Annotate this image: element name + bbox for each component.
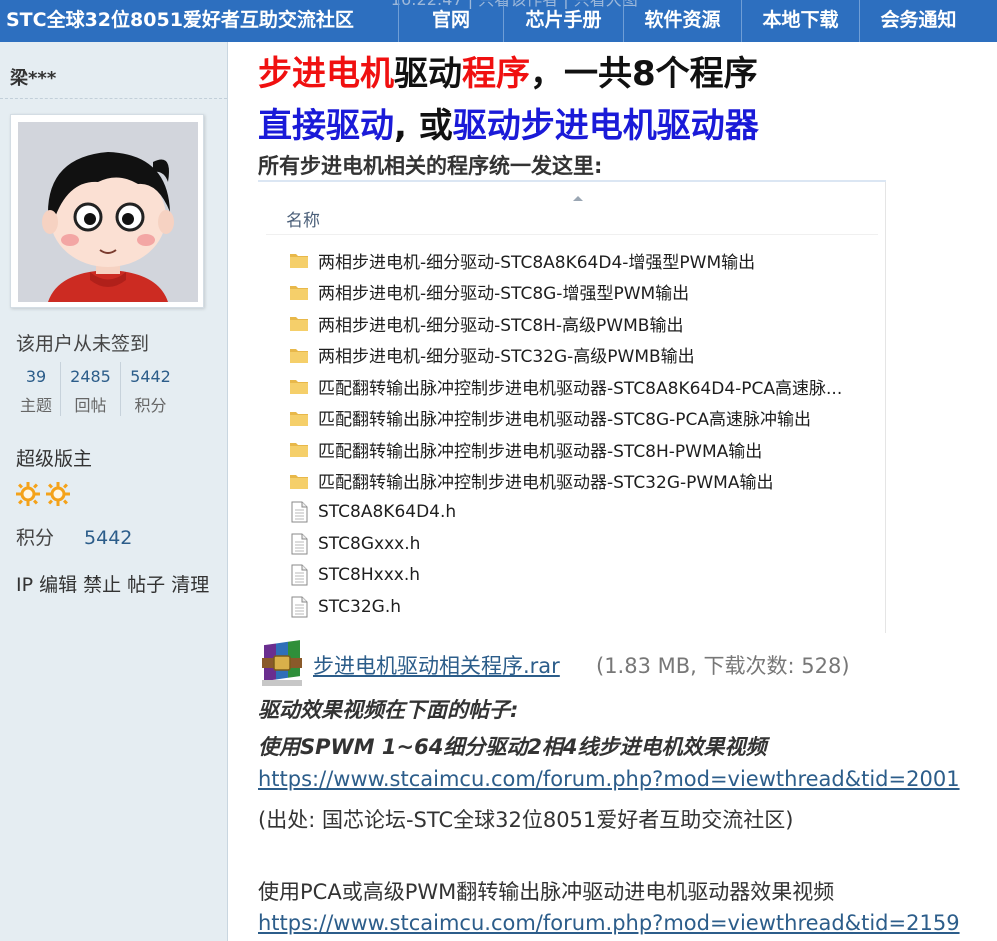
nav-label: 本地下载 — [762, 9, 839, 31]
stat-points[interactable]: 5442 积分 — [120, 362, 180, 416]
folder-row[interactable]: 匹配翻转输出脉冲控制步进电机驱动器-STC8H-PWMA输出 — [288, 435, 762, 463]
avatar[interactable] — [10, 114, 204, 308]
video1-title: 使用SPWM 1~64细分驱动2相4线步进电机效果视频 — [258, 735, 767, 759]
folder-row[interactable]: 两相步进电机-细分驱动-STC8A8K64D4-增强型PWM输出 — [288, 246, 755, 274]
document-icon — [288, 564, 310, 586]
folder-row[interactable]: 匹配翻转输出脉冲控制步进电机驱动器-STC32G-PWMA输出 — [288, 467, 773, 495]
user-rank[interactable]: 超级版主 — [16, 444, 92, 471]
stat-label: 回帖 — [74, 396, 107, 415]
sign-in-status: 该用户从未签到 — [16, 333, 150, 355]
folder-icon — [288, 281, 310, 303]
nav-official-site[interactable]: 官网 — [398, 0, 503, 42]
top-nav-bar: 发表于 2023-9-6 16:22:47 | 只看该作者 | 只看大图 STC… — [0, 0, 997, 42]
author-sidebar: 梁*** 该用户从未签到 39 主题 2485 回帖 5442 积分 超级版主 … — [0, 42, 228, 941]
file-name: STC32G.h — [318, 596, 402, 617]
stat-value: 2485 — [70, 367, 111, 386]
folder-icon — [288, 470, 310, 492]
site-name[interactable]: STC全球32位8051爱好者互助交流社区 — [0, 0, 392, 42]
folder-icon — [288, 438, 310, 460]
folder-row[interactable]: 匹配翻转输出脉冲控制步进电机驱动器-STC8G-PCA高速脉冲输出 — [288, 404, 811, 432]
nav-meeting-notice[interactable]: 会务通知 — [859, 0, 977, 42]
stat-replies[interactable]: 2485 回帖 — [60, 362, 120, 416]
heading-segment: 驱动步进电机驱动器 — [452, 106, 759, 146]
author-username[interactable]: 梁*** — [10, 64, 56, 90]
nav-label: 会务通知 — [880, 9, 957, 31]
file-name: STC8A8K64D4.h — [318, 502, 457, 522]
file-row[interactable]: STC32G.h — [288, 593, 401, 621]
points-label: 积分 — [16, 527, 55, 549]
video2-title: 使用PCA或高级PWM翻转输出脉冲驱动进电机驱动器效果视频 — [258, 880, 835, 904]
file-row[interactable]: STC8Gxxx.h — [288, 530, 420, 558]
folder-icon — [288, 312, 310, 334]
heading-segment: 驱动 — [394, 54, 462, 94]
document-icon — [288, 533, 310, 555]
folder-row[interactable]: 两相步进电机-细分驱动-STC8G-增强型PWM输出 — [288, 278, 689, 306]
attachment: 步进电机驱动相关程序.rar (1.83 MB, 下载次数: 528) — [258, 640, 997, 688]
heading-segment: 直接驱动 — [258, 106, 394, 146]
folder-row[interactable]: 两相步进电机-细分驱动-STC32G-高级PWMB输出 — [288, 341, 695, 369]
heading-segment: 步进电机 — [258, 54, 394, 94]
divider — [266, 234, 878, 235]
main-nav: 官网 芯片手册 软件资源 本地下载 会务通知 — [398, 0, 977, 42]
folder-icon — [288, 407, 310, 429]
sort-ascending-icon — [573, 196, 583, 201]
nav-label: 官网 — [431, 9, 470, 31]
stat-threads[interactable]: 39 主题 — [12, 362, 60, 416]
document-icon — [288, 501, 310, 523]
source-note: (出处: 国芯论坛-STC全球32位8051爱好者互助交流社区) — [258, 808, 794, 832]
file-explorer-screenshot: 名称 两相步进电机-细分驱动-STC8A8K64D4-增强型PWM输出 两相步进电… — [258, 180, 886, 633]
nav-label: 芯片手册 — [525, 9, 602, 31]
video1-link[interactable]: https://www.stcaimcu.com/forum.php?mod=v… — [258, 767, 960, 791]
heading-segment: 程序 — [462, 54, 530, 94]
explorer-pane: 名称 两相步进电机-细分驱动-STC8A8K64D4-增强型PWM输出 两相步进电… — [258, 182, 886, 633]
file-name: 匹配翻转输出脉冲控制步进电机驱动器-STC8A8K64D4-PCA高速脉... — [318, 378, 843, 399]
winrar-archive-icon — [262, 640, 302, 686]
document-icon — [288, 596, 310, 618]
file-row[interactable]: STC8A8K64D4.h — [288, 498, 456, 526]
attachment-download-link[interactable]: 步进电机驱动相关程序.rar — [313, 650, 560, 680]
stat-label: 积分 — [134, 396, 167, 415]
video-intro-text: 驱动效果视频在下面的帖子: — [258, 698, 519, 722]
folder-row[interactable]: 两相步进电机-细分驱动-STC8H-高级PWMB输出 — [288, 309, 683, 337]
file-name: 匹配翻转输出脉冲控制步进电机驱动器-STC32G-PWMA输出 — [318, 473, 774, 493]
points-row: 积分 5442 — [16, 523, 132, 550]
file-name: 两相步进电机-细分驱动-STC8G-增强型PWM输出 — [318, 284, 690, 304]
sun-rank-icon — [16, 482, 40, 506]
author-stats: 39 主题 2485 回帖 5442 积分 — [12, 362, 180, 416]
folder-icon — [288, 375, 310, 397]
admin-links[interactable]: IP 编辑 禁止 帖子 清理 — [16, 572, 216, 599]
folder-icon — [288, 344, 310, 366]
folder-icon — [288, 249, 310, 271]
nav-local-download[interactable]: 本地下载 — [741, 0, 859, 42]
column-header-name: 名称 — [286, 211, 320, 231]
nav-chip-manual[interactable]: 芯片手册 — [503, 0, 623, 42]
sun-rank-icon — [46, 482, 70, 506]
file-name: STC8Hxxx.h — [318, 565, 421, 585]
post-heading-2: 直接驱动, 或驱动步进电机驱动器 — [258, 98, 759, 147]
file-name: STC8Gxxx.h — [318, 533, 421, 554]
nav-software[interactable]: 软件资源 — [623, 0, 741, 42]
heading-segment: ，一共8个程序 — [530, 54, 758, 94]
attachment-meta: (1.83 MB, 下载次数: 528) — [596, 654, 850, 678]
file-name: 匹配翻转输出脉冲控制步进电机驱动器-STC8H-PWMA输出 — [318, 441, 763, 462]
file-name: 两相步进电机-细分驱动-STC32G-高级PWMB输出 — [318, 347, 695, 367]
file-row[interactable]: STC8Hxxx.h — [288, 561, 420, 589]
post-heading-1: 步进电机驱动程序，一共8个程序 — [258, 46, 758, 95]
points-value[interactable]: 5442 — [84, 527, 132, 549]
stat-value: 39 — [25, 367, 47, 386]
avatar-cartoon-boy-icon — [18, 122, 198, 302]
rank-stars — [16, 482, 70, 506]
stat-value: 5442 — [130, 367, 171, 386]
divider — [0, 98, 227, 99]
file-name: 两相步进电机-细分驱动-STC8H-高级PWMB输出 — [318, 315, 684, 336]
file-name: 匹配翻转输出脉冲控制步进电机驱动器-STC8G-PCA高速脉冲输出 — [318, 410, 812, 430]
post-heading-3: 所有步进电机相关的程序统一发这里: — [258, 154, 603, 178]
nav-label: 软件资源 — [644, 9, 721, 31]
heading-segment: , 或 — [394, 106, 453, 146]
video2-link[interactable]: https://www.stcaimcu.com/forum.php?mod=v… — [258, 911, 960, 935]
folder-row[interactable]: 匹配翻转输出脉冲控制步进电机驱动器-STC8A8K64D4-PCA高速脉... — [288, 372, 842, 400]
stat-label: 主题 — [19, 396, 52, 415]
file-name: 两相步进电机-细分驱动-STC8A8K64D4-增强型PWM输出 — [318, 252, 756, 273]
